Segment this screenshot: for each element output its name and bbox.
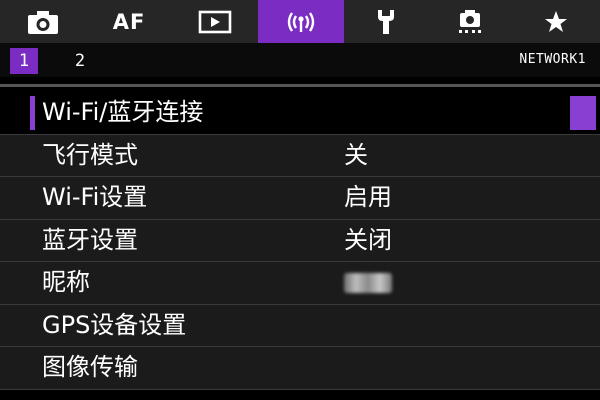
menu-item-label: GPS设备设置 (42, 310, 187, 339)
subtab-2[interactable]: 2 (68, 48, 92, 74)
menu-item-value: 关 (344, 140, 368, 169)
page-label: NETWORK1 (519, 52, 586, 67)
wireless-icon (287, 11, 315, 32)
selection-marker-left (30, 96, 35, 130)
settings-menu: Wi-Fi/蓝牙连接 飞行模式 关 Wi-Fi设置 启用 蓝牙设置 关闭 昵称 … (0, 92, 600, 390)
menu-item-bluetooth-settings[interactable]: 蓝牙设置 关闭 (0, 219, 600, 262)
tab-shooting[interactable] (0, 0, 86, 43)
header-divider (0, 84, 600, 87)
menu-item-label: 蓝牙设置 (42, 225, 138, 254)
subtab-1[interactable]: 1 (10, 48, 38, 74)
menu-item-nickname[interactable]: 昵称 (0, 262, 600, 305)
menu-item-gps-device-settings[interactable]: GPS设备设置 (0, 304, 600, 347)
star-icon (545, 10, 567, 32)
menu-item-airplane-mode[interactable]: 飞行模式 关 (0, 134, 600, 177)
menu-item-label: 昵称 (42, 268, 90, 296)
tab-setup[interactable] (344, 0, 428, 43)
camera-icon (28, 10, 58, 34)
tab-my-menu[interactable] (512, 0, 600, 43)
menu-tab-bar: AF (0, 0, 600, 43)
selection-marker-right (570, 96, 596, 130)
menu-item-label: 图像传输 (42, 353, 138, 381)
menu-item-value: 启用 (344, 183, 392, 211)
subtab-2-label: 2 (74, 51, 86, 71)
af-label: AF (112, 9, 146, 34)
camera-menu-screen: AF 1 2 NETWORK1 Wi-Fi/蓝牙连接 飞行模式 关 Wi-Fi设… (0, 0, 600, 400)
subtab-1-label: 1 (18, 51, 30, 71)
tab-custom-functions[interactable] (428, 0, 512, 43)
tab-wireless[interactable] (258, 0, 344, 43)
menu-item-image-transfer[interactable]: 图像传输 (0, 347, 600, 390)
menu-item-value: 关闭 (344, 225, 392, 254)
menu-item-label: Wi-Fi/蓝牙连接 (42, 98, 204, 126)
tab-af[interactable]: AF (86, 0, 172, 43)
menu-item-wifi-settings[interactable]: Wi-Fi设置 启用 (0, 177, 600, 220)
menu-item-label: Wi-Fi设置 (42, 183, 148, 211)
menu-item-label: 飞行模式 (42, 140, 138, 169)
menu-item-wifi-bluetooth-connection[interactable]: Wi-Fi/蓝牙连接 (0, 92, 600, 135)
custom-mode-icon (459, 9, 481, 33)
wrench-icon (378, 9, 394, 34)
playback-icon (198, 10, 232, 33)
nickname-value-redacted (344, 273, 392, 293)
tab-playback[interactable] (172, 0, 258, 43)
